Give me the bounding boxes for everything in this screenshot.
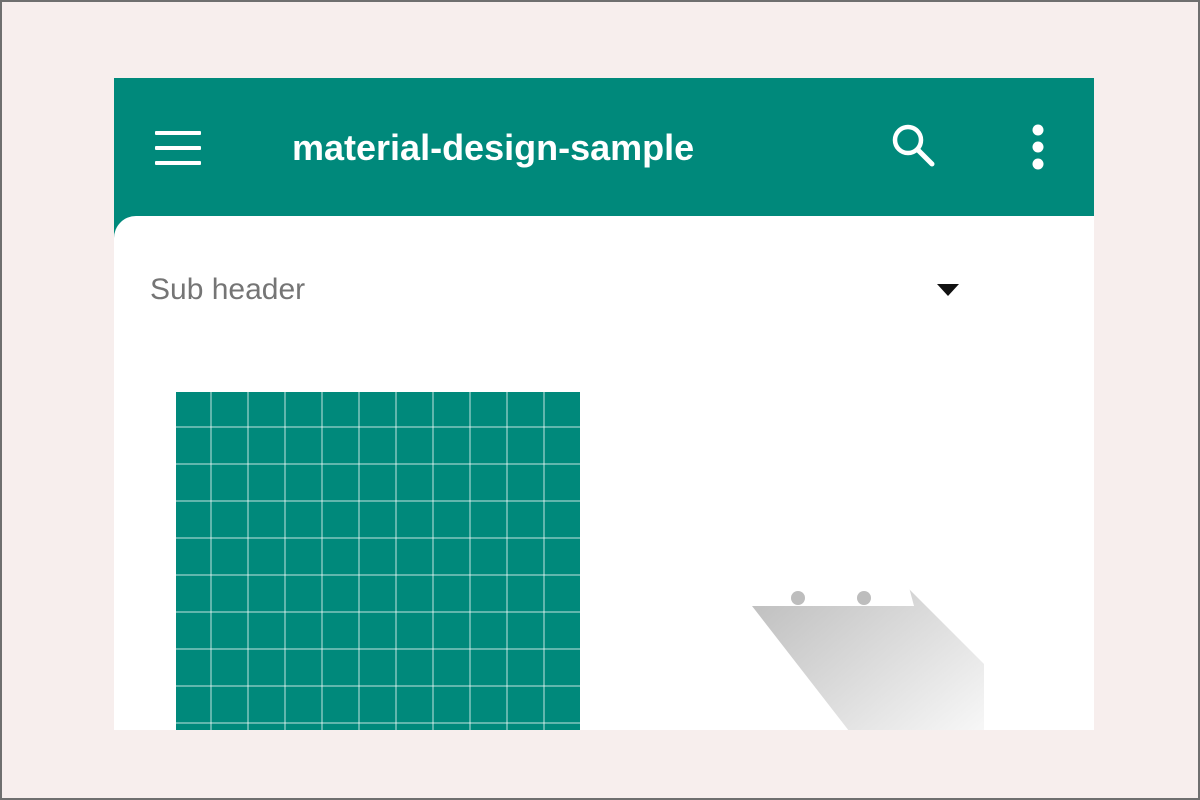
- menu-icon: [155, 131, 201, 165]
- app-window: material-design-sample Sub header: [114, 78, 1094, 730]
- content-sheet: Sub header: [114, 216, 1094, 730]
- sub-header-dropdown-button[interactable]: [926, 278, 970, 302]
- screenshot-frame: material-design-sample Sub header: [0, 0, 1200, 800]
- menu-button[interactable]: [150, 120, 206, 176]
- more-vert-icon: [1032, 124, 1044, 170]
- sub-header-label: Sub header: [150, 273, 306, 306]
- grid-thumbnail[interactable]: [176, 392, 580, 730]
- placeholder-illustration: [744, 576, 984, 730]
- search-button[interactable]: [886, 118, 942, 174]
- more-options-button[interactable]: [1014, 118, 1062, 178]
- top-app-bar: material-design-sample: [114, 78, 1094, 216]
- search-icon: [892, 124, 935, 167]
- app-title: material-design-sample: [292, 127, 695, 168]
- arrow-drop-down-icon: [937, 284, 959, 296]
